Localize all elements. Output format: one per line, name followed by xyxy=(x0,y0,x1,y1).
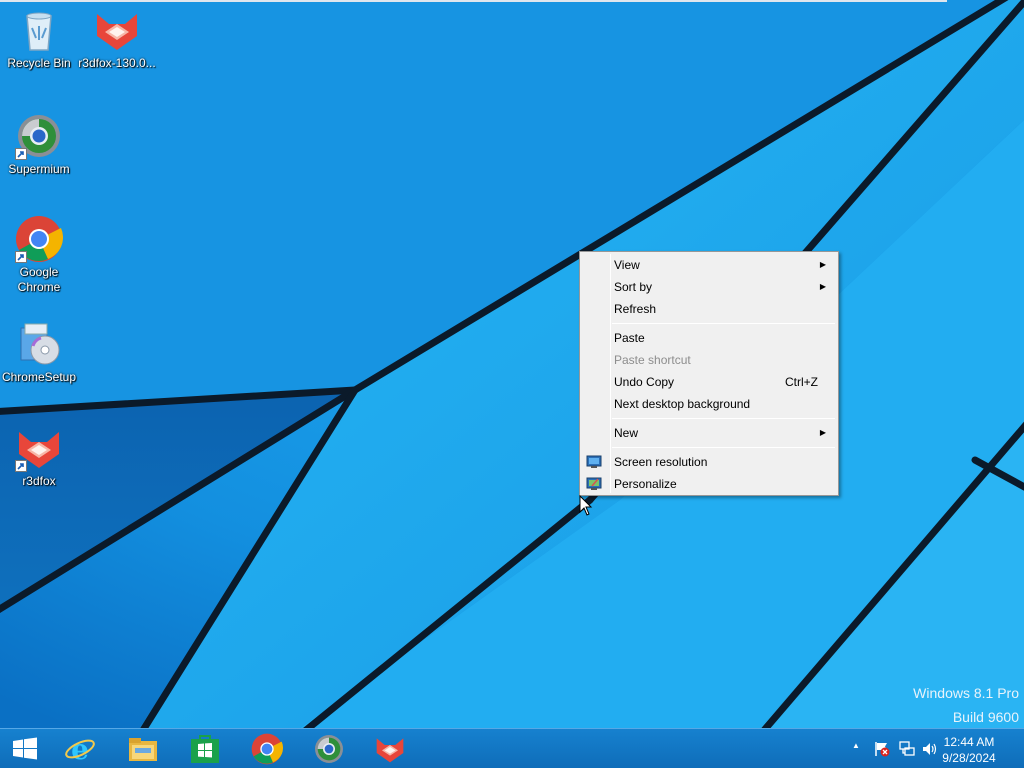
menu-item-label: View xyxy=(614,258,640,272)
window-edge xyxy=(0,0,947,2)
taskbar-google-chrome[interactable] xyxy=(251,733,284,765)
supermium-icon xyxy=(315,735,343,763)
menu-item-shortcut: Ctrl+Z xyxy=(785,375,818,389)
submenu-arrow-icon: ▶ xyxy=(819,260,826,269)
menu-item-refresh[interactable]: Refresh xyxy=(582,298,836,320)
menu-item-label: Personalize xyxy=(614,477,677,491)
show-hidden-icons-button[interactable]: ▲ xyxy=(850,729,864,768)
chevron-up-icon: ▲ xyxy=(852,741,860,750)
clock-date: 9/28/2024 xyxy=(942,751,996,765)
windows-build-watermark: Build 9600 xyxy=(952,709,1019,725)
chrome-icon xyxy=(15,215,64,263)
menu-item-label: Refresh xyxy=(614,302,657,316)
folder-icon xyxy=(129,738,157,761)
menu-item-paste-shortcut: Paste shortcut xyxy=(582,349,836,371)
menu-item-personalize[interactable]: Personalize xyxy=(582,473,836,495)
taskbar-file-explorer[interactable] xyxy=(127,733,159,765)
setup-icon xyxy=(15,320,63,368)
menu-item-label: Undo Copy xyxy=(614,375,675,389)
personalize-icon xyxy=(586,476,602,492)
menu-item-label: Next desktop background xyxy=(614,397,751,411)
taskbar-supermium[interactable] xyxy=(313,733,345,765)
recycle-bin-icon xyxy=(15,6,63,54)
menu-item-label: New xyxy=(614,426,639,440)
menu-item-label: Screen resolution xyxy=(614,455,708,469)
windows-version-watermark: Windows 8.1 Pro xyxy=(913,685,1019,701)
menu-item-label: Sort by xyxy=(614,280,653,294)
desktop-icon-label: Supermium xyxy=(8,162,70,176)
taskbar-internet-explorer[interactable]: e xyxy=(64,733,96,766)
menu-item-label: Paste xyxy=(614,331,645,345)
desktop-icon-label: Google Chrome xyxy=(17,265,61,294)
desktop-wallpaper[interactable] xyxy=(0,0,1024,728)
clock-time: 12:44 AM xyxy=(943,735,995,749)
svg-text:e: e xyxy=(71,733,89,765)
menu-separator xyxy=(612,447,835,448)
desktop-icon-label: Recycle Bin xyxy=(7,56,71,70)
r3dfox-icon xyxy=(15,424,63,472)
taskbar-windows-store[interactable] xyxy=(189,733,221,765)
chrome-icon xyxy=(251,733,284,765)
menu-item-label: Paste shortcut xyxy=(614,353,691,367)
desktop-icon-r3dfox[interactable]: r3dfox xyxy=(0,424,78,489)
menu-item-screen-resolution[interactable]: Screen resolution xyxy=(582,451,836,473)
desktop-icon-label: ChromeSetup xyxy=(1,370,77,384)
desktop-icon-recycle-bin[interactable]: Recycle Bin xyxy=(0,6,78,71)
desktop-context-menu: View ▶ Sort by ▶ Refresh Paste Paste sho… xyxy=(579,251,839,496)
network-icon xyxy=(899,741,915,756)
flag-alert-icon xyxy=(875,742,890,757)
shortcut-arrow-icon xyxy=(15,251,27,263)
menu-item-sort-by[interactable]: Sort by ▶ xyxy=(582,276,836,298)
desktop-icon-chromesetup[interactable]: ChromeSetup xyxy=(0,320,78,385)
tray-clock[interactable]: 12:44 AM 9/28/2024 xyxy=(934,734,1004,766)
taskbar: e ▲ 12:44 AM 9/28/2024 xyxy=(0,728,1024,768)
internet-explorer-icon: e xyxy=(65,733,95,766)
menu-separator xyxy=(612,323,835,324)
desktop-icon-google-chrome[interactable]: Google Chrome xyxy=(0,215,78,295)
desktop-icon-supermium[interactable]: Supermium xyxy=(0,112,78,177)
menu-separator xyxy=(612,418,835,419)
desktop-icon-label: r3dfox-130.0... xyxy=(78,56,156,70)
menu-item-undo-copy[interactable]: Undo Copy Ctrl+Z xyxy=(582,371,836,393)
desktop-icon-label: r3dfox xyxy=(22,474,56,488)
desktop-icon-r3dfox-installer[interactable]: r3dfox-130.0... xyxy=(78,6,156,71)
store-icon xyxy=(191,735,219,763)
r3dfox-icon xyxy=(93,6,141,54)
tray-action-center-flag[interactable] xyxy=(873,729,891,768)
tray-network[interactable] xyxy=(898,729,916,768)
shortcut-arrow-icon xyxy=(15,460,27,472)
submenu-arrow-icon: ▶ xyxy=(819,428,826,437)
monitor-icon xyxy=(586,454,602,470)
menu-item-view[interactable]: View ▶ xyxy=(582,254,836,276)
shortcut-arrow-icon xyxy=(15,148,27,160)
menu-item-new[interactable]: New ▶ xyxy=(582,422,836,444)
mouse-cursor-icon xyxy=(579,495,593,516)
menu-item-next-desktop-background[interactable]: Next desktop background xyxy=(582,393,836,415)
supermium-icon xyxy=(15,112,63,160)
r3dfox-icon xyxy=(376,738,404,763)
menu-item-paste[interactable]: Paste xyxy=(582,327,836,349)
start-button[interactable] xyxy=(9,733,41,765)
taskbar-r3dfox[interactable] xyxy=(374,733,406,765)
submenu-arrow-icon: ▶ xyxy=(819,282,826,291)
windows-logo-icon xyxy=(13,737,37,760)
